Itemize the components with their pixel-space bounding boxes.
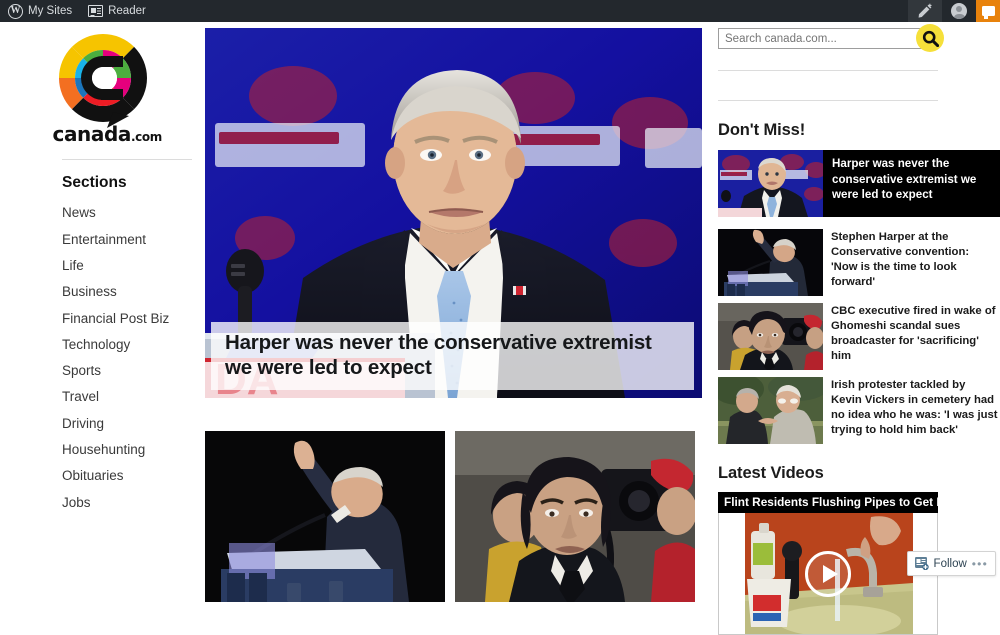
wordpress-logo-icon: W xyxy=(8,3,23,19)
sidebar-item-life[interactable]: Life xyxy=(0,253,205,279)
admin-bar-my-sites-label: My Sites xyxy=(28,5,73,17)
notifications-bubble-icon xyxy=(981,6,995,19)
dont-miss-headline-3: CBC executive fired in wake of Ghomeshi … xyxy=(831,305,996,363)
site-logo[interactable]: canada.com xyxy=(0,22,205,146)
follow-plus-icon xyxy=(914,557,929,571)
sidebar-item-news[interactable]: News xyxy=(0,200,205,226)
sidebar-item-entertainment[interactable]: Entertainment xyxy=(0,226,205,252)
page-body: canada.com Sections News Entertainment L… xyxy=(0,22,1000,635)
latest-videos-heading: Latest Videos xyxy=(718,464,824,482)
article-photo-2 xyxy=(455,431,695,602)
list-item: Financial Post Biz xyxy=(0,305,205,331)
canada-com-ring-logo-icon xyxy=(58,34,147,128)
sidebar-item-jobs[interactable]: Jobs xyxy=(0,489,205,515)
play-button-icon[interactable] xyxy=(805,550,851,597)
list-item: Househunting xyxy=(0,437,205,463)
sidebar-item-driving[interactable]: Driving xyxy=(0,410,205,436)
avatar xyxy=(951,3,967,19)
list-item: Life xyxy=(0,253,205,279)
admin-bar-my-sites[interactable]: W My Sites xyxy=(0,0,80,22)
list-item: Technology xyxy=(0,331,205,357)
video-title: Flint Residents Flushing Pipes to Get Le… xyxy=(718,492,938,513)
sidebar-divider-1 xyxy=(718,70,938,71)
sidebar-divider-2 xyxy=(718,100,938,101)
dont-miss-headline-2: Stephen Harper at the Conservative conve… xyxy=(831,231,970,289)
dont-miss-thumbnail-1 xyxy=(718,150,823,217)
admin-bar-reader[interactable]: Reader xyxy=(80,0,154,22)
search-magnifier-icon xyxy=(922,30,939,47)
list-item: Entertainment xyxy=(0,226,205,252)
hero-headline: Harper was never the conservative extrem… xyxy=(211,322,694,390)
hero-article-card[interactable]: DA Harper was never the conservative ext… xyxy=(205,28,702,398)
article-card-2[interactable] xyxy=(455,431,695,602)
list-item: Sports xyxy=(0,358,205,384)
main-content: DA Harper was never the conservative ext… xyxy=(205,28,705,398)
sections-heading: Sections xyxy=(62,174,127,191)
user-avatar[interactable] xyxy=(942,0,976,22)
dont-miss-item-2[interactable]: Stephen Harper at the Conservative conve… xyxy=(718,229,1000,296)
article-card-1[interactable] xyxy=(205,431,445,602)
search-button[interactable] xyxy=(916,24,944,52)
list-item: Obituaries xyxy=(0,463,205,489)
list-item: Driving xyxy=(0,410,205,436)
dont-miss-heading: Don't Miss! xyxy=(718,121,806,139)
follow-widget[interactable]: Follow ••• xyxy=(906,551,996,576)
wp-admin-bar: W My Sites Reader xyxy=(0,0,1000,22)
sidebar-item-sports[interactable]: Sports xyxy=(0,358,205,384)
sidebar-item-business[interactable]: Business xyxy=(0,279,205,305)
sidebar-item-travel[interactable]: Travel xyxy=(0,384,205,410)
list-item: News xyxy=(0,200,205,226)
sidebar-item-househunting[interactable]: Househunting xyxy=(0,437,205,463)
dont-miss-thumbnail-2 xyxy=(718,229,823,296)
dont-miss-list: Harper was never the conservative extrem… xyxy=(718,150,1000,444)
dont-miss-item-4[interactable]: Irish protester tackled by Kevin Vickers… xyxy=(718,377,1000,444)
notifications-button[interactable] xyxy=(976,0,1000,22)
admin-bar-right-group xyxy=(908,0,1000,22)
dont-miss-thumbnail-3 xyxy=(718,303,823,370)
dont-miss-item-3[interactable]: CBC executive fired in wake of Ghomeshi … xyxy=(718,303,1000,370)
dont-miss-headline-1: Harper was never the conservative extrem… xyxy=(823,150,1000,217)
list-item: Travel xyxy=(0,384,205,410)
video-player[interactable] xyxy=(718,513,938,635)
edit-pencil-icon[interactable] xyxy=(908,0,942,22)
right-sidebar: Don't Miss! xyxy=(712,22,1000,635)
sidebar-item-financial-post-biz[interactable]: Financial Post Biz xyxy=(0,305,205,331)
article-thumbnail-row xyxy=(205,431,705,602)
dont-miss-thumbnail-4 xyxy=(718,377,823,444)
dont-miss-item-1[interactable]: Harper was never the conservative extrem… xyxy=(718,150,1000,217)
follow-more-icon[interactable]: ••• xyxy=(972,558,988,570)
article-photo-1 xyxy=(205,431,445,602)
admin-bar-reader-label: Reader xyxy=(108,5,146,17)
sidebar-divider xyxy=(62,159,192,160)
left-sidebar: canada.com Sections News Entertainment L… xyxy=(0,22,205,586)
list-item: Business xyxy=(0,279,205,305)
list-item: Jobs xyxy=(0,489,205,515)
sidebar-item-technology[interactable]: Technology xyxy=(0,331,205,357)
sections-nav-list: News Entertainment Life Business Financi… xyxy=(0,200,205,516)
reader-newspaper-icon xyxy=(88,5,104,17)
site-logo-wordmark: canada.com xyxy=(52,122,163,146)
search-input[interactable] xyxy=(718,28,924,49)
search-form xyxy=(718,24,944,52)
follow-label: Follow xyxy=(933,557,967,570)
sidebar-item-obituaries[interactable]: Obituaries xyxy=(0,463,205,489)
dont-miss-headline-4: Irish protester tackled by Kevin Vickers… xyxy=(831,379,998,437)
